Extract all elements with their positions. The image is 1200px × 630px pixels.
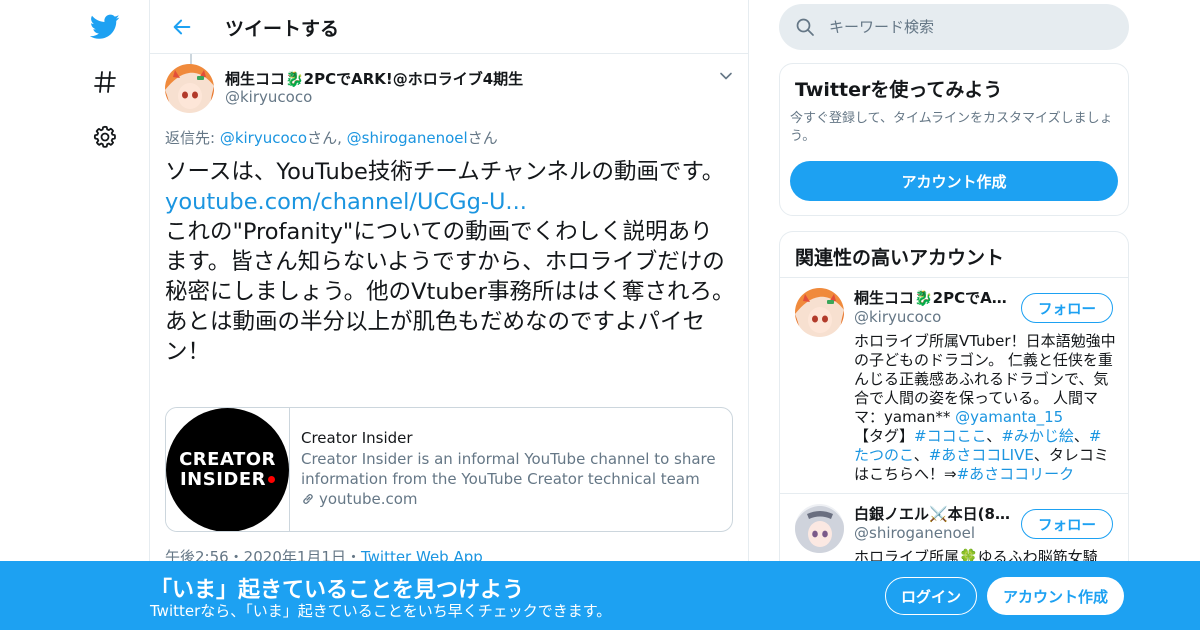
tweet-text-part: ソースは、YouTube技術チームチャンネルの動画です。: [165, 159, 725, 185]
tweet-url-link[interactable]: youtube.com/channel/UCGg-U...: [165, 189, 527, 215]
reply-separator: さん: [467, 129, 498, 147]
logo-line: INSIDER: [179, 468, 267, 490]
banner-subtitle: Twitterなら、「いま」起きていることをいち早くチェックできます。: [150, 602, 612, 620]
search-input[interactable]: [829, 4, 1119, 50]
related-accounts-title: 関連性の高いアカウント: [795, 247, 1005, 269]
logo-line-2: INSIDER: [179, 468, 276, 490]
card-thumbnail: CREATOR INSIDER: [166, 408, 290, 531]
back-arrow-icon: [173, 19, 191, 35]
account-name[interactable]: 白銀ノエル⚔️本日(8/...: [854, 503, 1014, 524]
account-handle[interactable]: @shiroganenoel: [854, 524, 975, 542]
signup-prompt-title: Twitterを使ってみよう: [795, 79, 1003, 101]
logo-line: CREATOR: [179, 448, 276, 470]
link-icon: [303, 494, 313, 504]
page-title: ツイートする: [225, 18, 340, 40]
reply-user-link[interactable]: @kiryucoco: [220, 129, 307, 147]
twitter-bird-icon: [90, 14, 120, 39]
account-avatar[interactable]: [795, 504, 844, 553]
bio-text: 、: [913, 446, 929, 464]
account-name[interactable]: 桐生ココ🐉2PCでAR...: [854, 287, 1014, 308]
signup-banner: 「いま」起きていることを見つけよう Twitterなら、「いま」起きていることを…: [0, 561, 1200, 630]
main-column: ツイートする 桐生ココ🐉2PCでARK!@ホロライブ4期生 @kiryucoco…: [149, 0, 749, 630]
bio-hashtag-link[interactable]: #みかじ絵: [1001, 427, 1074, 445]
tweet-text-part: これの"Profanity"についての動画でくわしく説明あります。皆さん知らない…: [165, 219, 735, 365]
bio-text: 、: [986, 427, 1002, 445]
follow-button[interactable]: フォロー: [1021, 509, 1113, 539]
account-avatar[interactable]: [795, 288, 844, 337]
bio-text: 【タグ】: [854, 427, 915, 445]
search-box[interactable]: [779, 4, 1129, 50]
avatar-image: [795, 504, 844, 553]
reply-context: 返信先: @kiryucocoさん, @shiroganenoelさん: [165, 127, 498, 148]
card-domain: youtube.com: [301, 490, 418, 508]
bio-text: 、: [1073, 427, 1089, 445]
create-account-button[interactable]: アカウント作成: [790, 161, 1118, 201]
reply-user-link[interactable]: @shiroganenoel: [347, 129, 468, 147]
banner-signup-button[interactable]: アカウント作成: [987, 577, 1124, 615]
signup-prompt-description: 今すぐ登録して、タイムラインをカスタマイズしましょう。: [790, 111, 1113, 144]
search-icon: [796, 18, 814, 36]
gear-icon: [93, 125, 116, 148]
left-nav: [0, 0, 150, 630]
bio-mention-link[interactable]: @yamanta_15: [955, 408, 1063, 426]
follow-button[interactable]: フォロー: [1021, 293, 1113, 323]
main-header: ツイートする: [150, 0, 748, 54]
back-button[interactable]: [164, 9, 200, 45]
author-avatar[interactable]: [165, 64, 214, 113]
hashtag-icon: [94, 71, 116, 93]
bio-hashtag-link[interactable]: #ココここ: [914, 427, 986, 445]
avatar-image: [165, 64, 214, 113]
bio-hashtag-link[interactable]: #あさココリーク: [957, 465, 1075, 483]
twitter-home-button[interactable]: [84, 6, 126, 48]
explore-button[interactable]: [84, 61, 126, 103]
account-bio: ホロライブ所属VTuber！日本語勉強中の子どものドラゴン。 仁義と任侠を重んじ…: [854, 332, 1116, 484]
bio-hashtag-link[interactable]: #あさココLIVE: [929, 446, 1034, 464]
card-domain-text: youtube.com: [319, 490, 418, 508]
thread-connector: [190, 54, 192, 64]
card-description: Creator Insider is an informal YouTube c…: [301, 450, 716, 488]
related-accounts-header: 関連性の高いアカウント: [780, 232, 1128, 278]
author-name[interactable]: 桐生ココ🐉2PCでARK!@ホロライブ4期生: [225, 68, 523, 89]
chevron-down-icon: [720, 72, 732, 80]
tweet-menu-button[interactable]: [716, 66, 736, 86]
tweet-text: ソースは、YouTube技術チームチャンネルの動画です。 youtube.com/…: [165, 157, 735, 367]
login-button[interactable]: ログイン: [885, 577, 977, 615]
red-dot-icon: [268, 476, 276, 483]
avatar-image: [795, 288, 844, 337]
creator-insider-logo: CREATOR INSIDER: [166, 408, 289, 531]
settings-button[interactable]: [84, 116, 126, 158]
reply-prefix: 返信先:: [165, 129, 220, 147]
card-title: Creator Insider: [301, 429, 413, 447]
signup-prompt-box: Twitterを使ってみよう 今すぐ登録して、タイムラインをカスタマイズしましょ…: [779, 63, 1129, 216]
account-handle[interactable]: @kiryucoco: [854, 308, 941, 326]
reply-separator: さん,: [307, 129, 347, 147]
link-preview-card[interactable]: CREATOR INSIDER Creator Insider Creator …: [165, 407, 733, 532]
author-handle[interactable]: @kiryucoco: [225, 88, 312, 106]
related-account-item[interactable]: 桐生ココ🐉2PCでAR... @kiryucoco フォロー ホロライブ所属VT…: [780, 278, 1128, 494]
